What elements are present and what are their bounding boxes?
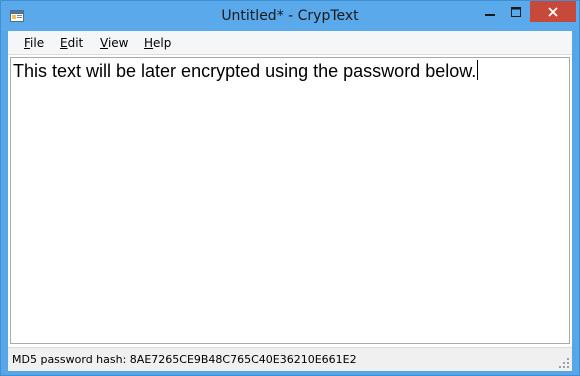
editor-content[interactable]: This text will be later encrypted using … <box>13 60 479 82</box>
menu-file[interactable]: File <box>16 31 52 54</box>
maximize-button[interactable] <box>503 1 529 22</box>
resize-grip-icon[interactable] <box>558 357 570 369</box>
menu-file-rest: ile <box>30 36 45 50</box>
menu-edit-rest: dit <box>67 36 84 50</box>
text-editor[interactable]: This text will be later encrypted using … <box>10 57 570 344</box>
minimize-button[interactable] <box>477 1 503 22</box>
app-window: Untitled* - CrypText File Edit View Help <box>0 0 580 376</box>
title-bar[interactable]: Untitled* - CrypText <box>1 1 579 31</box>
minimize-icon <box>485 13 495 16</box>
close-icon <box>548 6 558 17</box>
menu-help[interactable]: Help <box>136 31 179 54</box>
editor-text: This text will be later encrypted using … <box>13 61 477 81</box>
close-button[interactable] <box>530 1 576 22</box>
status-bar: MD5 password hash: 8AE7265CE9B48C765C40E… <box>8 347 572 371</box>
md5-hash-label: MD5 password hash: 8AE7265CE9B48C765C40E… <box>12 353 357 366</box>
menu-bar: File Edit View Help <box>8 31 572 55</box>
menu-help-access-key: H <box>144 36 154 50</box>
menu-edit[interactable]: Edit <box>52 31 91 54</box>
client-area: File Edit View Help This text will be la… <box>8 31 572 371</box>
menu-view-rest: iew <box>107 36 129 50</box>
menu-help-rest: elp <box>153 36 172 50</box>
text-caret <box>477 60 479 80</box>
menu-view-access-key: V <box>100 36 108 50</box>
menu-view[interactable]: View <box>92 31 136 54</box>
maximize-icon <box>511 6 521 17</box>
menu-edit-access-key: E <box>60 36 68 50</box>
